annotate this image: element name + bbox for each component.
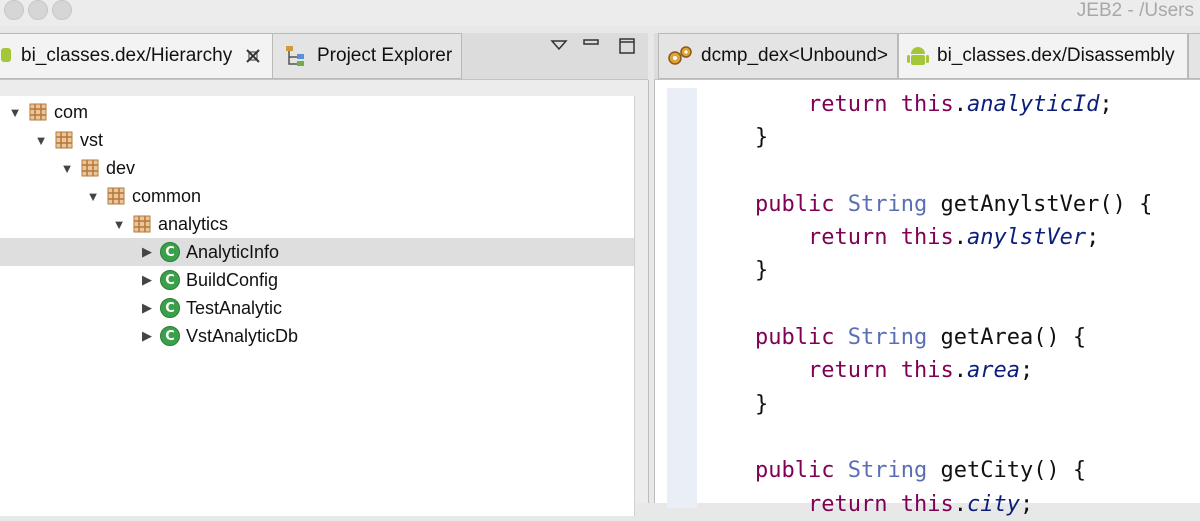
tab-decompiled[interactable]: dcmp_dex<Unbound> xyxy=(658,33,898,79)
chevron-right-icon[interactable]: ▶ xyxy=(140,300,154,315)
tree-label: TestAnalytic xyxy=(186,297,283,318)
source-code[interactable]: return this.analyticId;} public String g… xyxy=(755,88,1152,521)
tree-label: dev xyxy=(106,157,136,178)
class-icon: C xyxy=(160,298,180,318)
chevron-down-icon[interactable]: ▼ xyxy=(112,217,126,232)
right-tab-bar: dcmp_dex<Unbound> bi_classes.dex/Disasse… xyxy=(654,33,1200,80)
project-tree-icon xyxy=(285,44,309,68)
view-menu-icon[interactable] xyxy=(550,39,568,53)
maximize-icon[interactable] xyxy=(618,37,636,55)
code-line: } xyxy=(755,391,769,417)
code-editor[interactable]: return this.analyticId;} public String g… xyxy=(654,80,1200,517)
code-line: return this.city; xyxy=(807,491,1034,517)
window-title: JEB2 - /Users xyxy=(1076,0,1194,21)
code-line: public String getAnylstVer() { xyxy=(755,191,1153,217)
tree-label: analytics xyxy=(158,213,229,234)
tab-disassembly[interactable]: bi_classes.dex/Disassembly xyxy=(898,33,1188,79)
hierarchy-tree: ▼ com ▼ vst ▼ dev ▼ common ▼ analytics ▶… xyxy=(0,96,635,516)
chevron-right-icon[interactable]: ▶ xyxy=(140,244,154,259)
code-line: } xyxy=(755,125,769,151)
tab-decompiled-label: dcmp_dex<Unbound> xyxy=(701,45,888,66)
package-icon xyxy=(28,102,48,122)
code-line: return this.area; xyxy=(807,358,1034,384)
android-icon xyxy=(907,44,929,68)
tree-label: common xyxy=(132,185,202,206)
code-line: public String getArea() { xyxy=(755,325,1087,351)
tab-project-explorer[interactable]: Project Explorer xyxy=(272,33,462,79)
package-icon xyxy=(54,130,74,150)
code-line: } xyxy=(755,258,769,284)
chevron-right-icon[interactable]: ▶ xyxy=(140,328,154,343)
zoom-window-button[interactable] xyxy=(52,0,72,20)
minimize-window-button[interactable] xyxy=(28,0,48,20)
android-icon xyxy=(1,43,13,69)
code-line: public String getCity() { xyxy=(755,458,1087,484)
tab-disassembly-label: bi_classes.dex/Disassembly xyxy=(937,45,1175,66)
left-tab-bar: bi_classes.dex/Hierarchy Project Explore… xyxy=(0,33,648,80)
chevron-down-icon[interactable]: ▼ xyxy=(8,105,22,120)
tree-label: vst xyxy=(80,129,104,150)
package-icon xyxy=(132,214,152,234)
close-window-button[interactable] xyxy=(4,0,24,20)
class-icon: C xyxy=(160,270,180,290)
chevron-right-icon[interactable]: ▶ xyxy=(140,272,154,287)
close-icon[interactable] xyxy=(244,47,262,65)
tree-row-buildconfig[interactable]: ▶ C BuildConfig xyxy=(0,266,634,294)
code-line: return this.analyticId; xyxy=(807,92,1113,117)
hierarchy-panel: ▼ com ▼ vst ▼ dev ▼ common ▼ analytics ▶… xyxy=(0,80,649,516)
chevron-down-icon[interactable]: ▼ xyxy=(34,133,48,148)
tab-project-explorer-label: Project Explorer xyxy=(317,45,453,66)
code-line: return this.anylstVer; xyxy=(807,225,1100,251)
tab-overflow[interactable] xyxy=(1188,33,1200,79)
chevron-down-icon[interactable]: ▼ xyxy=(60,161,74,176)
tree-row-common[interactable]: ▼ common xyxy=(0,182,634,210)
tree-row-dev[interactable]: ▼ dev xyxy=(0,154,634,182)
package-icon xyxy=(106,186,126,206)
tree-row-testanalytic[interactable]: ▶ C TestAnalytic xyxy=(0,294,634,322)
tree-label: VstAnalyticDb xyxy=(186,325,299,346)
minimize-icon[interactable] xyxy=(582,37,600,51)
tree-row-vstanalyticdb[interactable]: ▶ C VstAnalyticDb xyxy=(0,322,634,350)
tree-row-vst[interactable]: ▼ vst xyxy=(0,126,634,154)
editor-gutter xyxy=(667,88,697,508)
class-icon: C xyxy=(160,326,180,346)
chevron-down-icon[interactable]: ▼ xyxy=(86,189,100,204)
tree-label: com xyxy=(54,101,89,122)
class-icon: C xyxy=(160,242,180,262)
package-icon xyxy=(80,158,100,178)
tree-label: BuildConfig xyxy=(186,269,279,290)
tab-hierarchy[interactable]: bi_classes.dex/Hierarchy xyxy=(0,33,273,79)
tree-row-analyticinfo[interactable]: ▶ C AnalyticInfo xyxy=(0,238,634,266)
window-title-bar: JEB2 - /Users xyxy=(0,0,1200,26)
tree-label: AnalyticInfo xyxy=(186,241,280,262)
tree-row-analytics[interactable]: ▼ analytics xyxy=(0,210,634,238)
tab-hierarchy-label: bi_classes.dex/Hierarchy xyxy=(21,45,233,66)
tree-row-com[interactable]: ▼ com xyxy=(0,98,634,126)
gears-icon xyxy=(667,44,693,68)
